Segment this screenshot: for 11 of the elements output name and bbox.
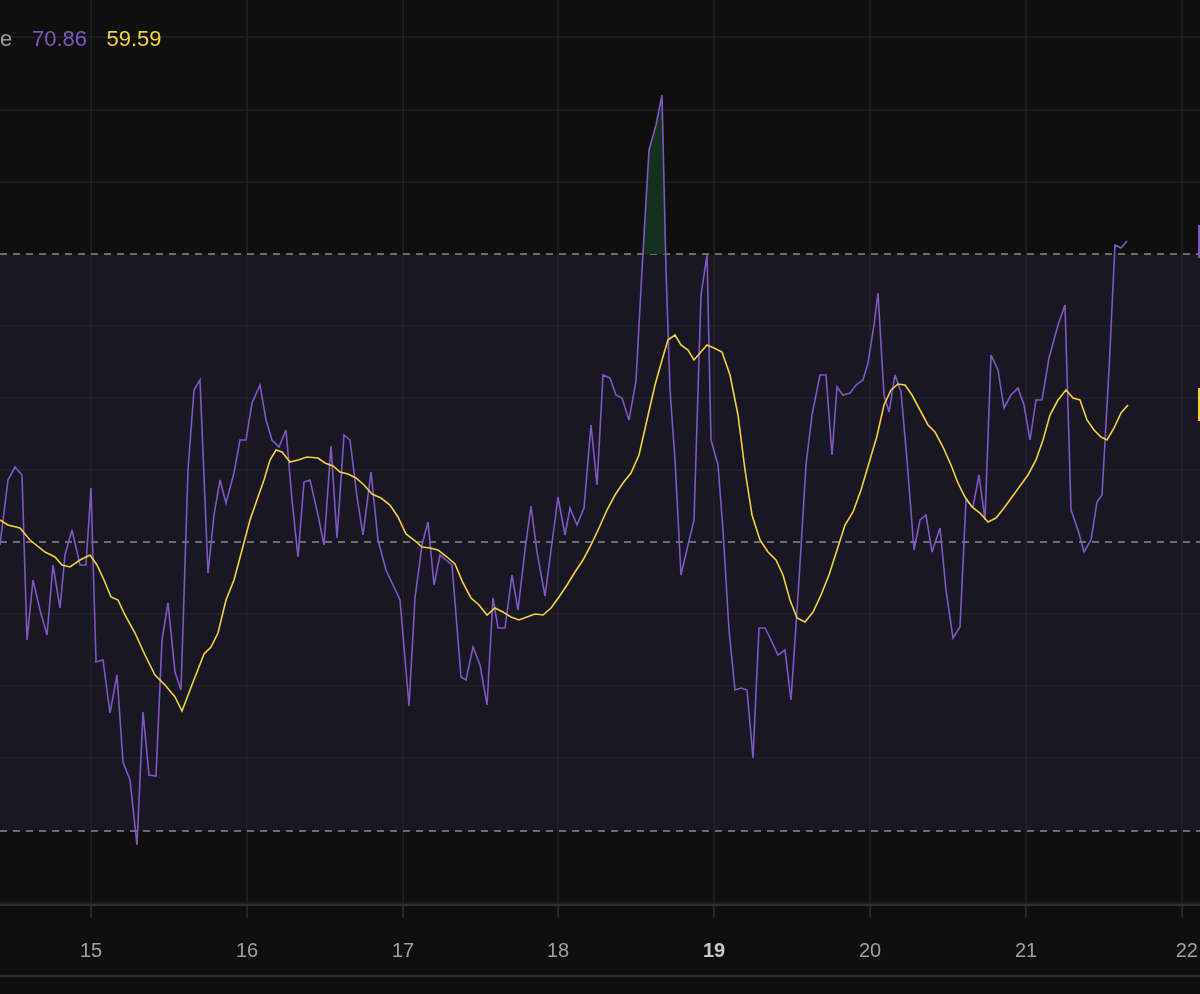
time-axis-label: 18: [546, 939, 570, 961]
time-axis-label: 21: [1014, 939, 1038, 961]
legend-value: 70.86: [32, 26, 88, 51]
legend-value: 59.59: [106, 26, 162, 51]
time-axis-label: 16: [235, 939, 259, 961]
time-axis-label: 19: [702, 939, 726, 961]
time-axis-label: 22: [1175, 939, 1198, 961]
legend-label: e: [0, 26, 13, 51]
time-axis-label: 17: [391, 939, 415, 961]
time-axis-label: 20: [858, 939, 882, 961]
time-axis-label: 15: [79, 939, 103, 961]
